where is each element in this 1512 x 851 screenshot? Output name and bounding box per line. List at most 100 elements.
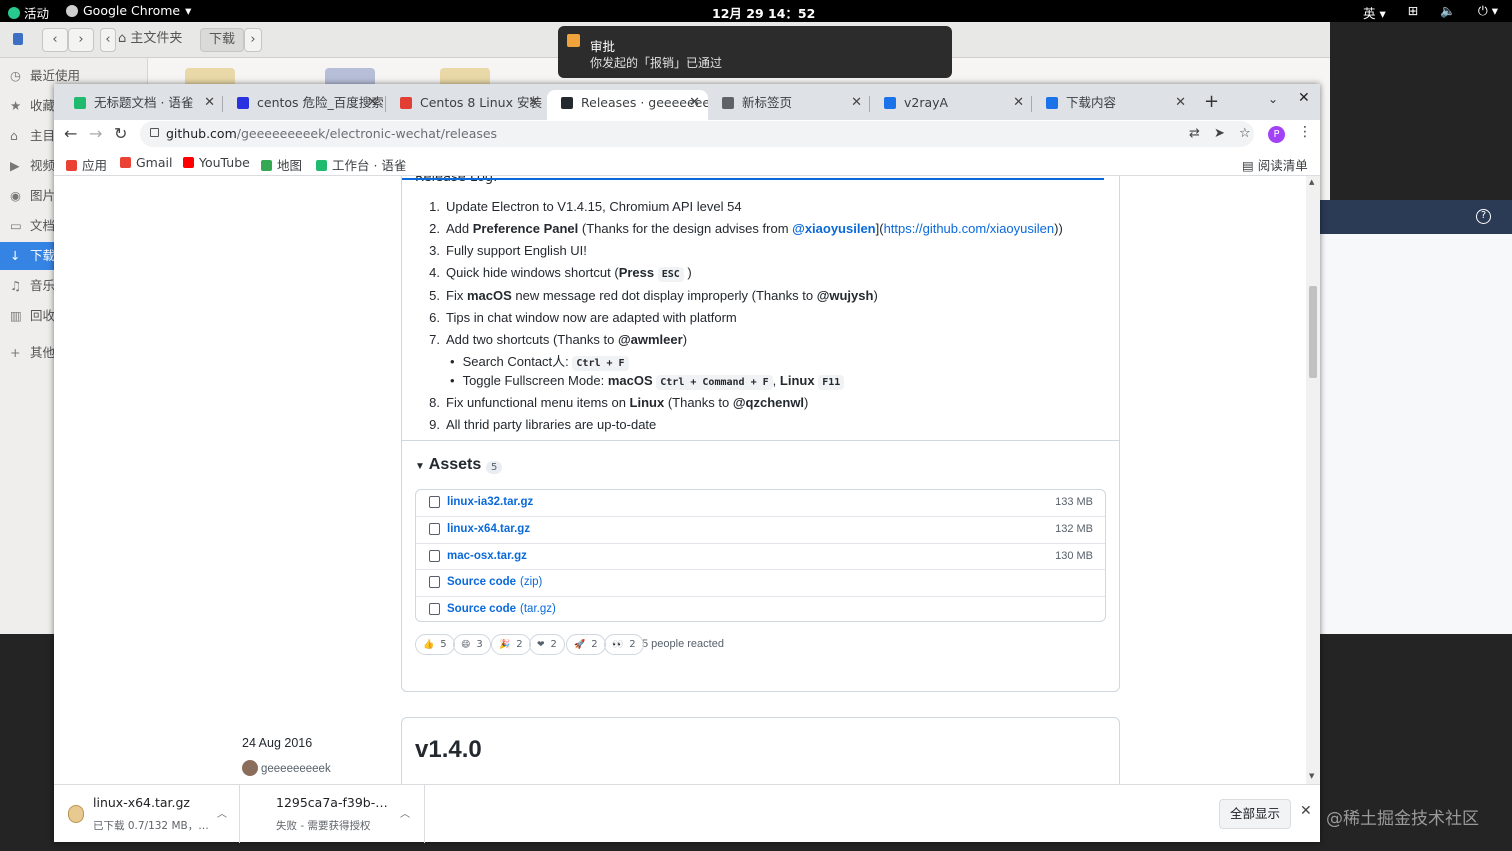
bookmark-item[interactable]: 应用 bbox=[66, 155, 107, 174]
asset-row[interactable]: linux-x64.tar.gz 132 MB bbox=[416, 516, 1105, 542]
activities-button[interactable]: 活动 bbox=[8, 3, 49, 22]
author-name[interactable]: geeeeeeeeek bbox=[261, 763, 331, 775]
path-scroll-left[interactable]: ‹ bbox=[100, 28, 116, 52]
lock-icon[interactable] bbox=[150, 128, 159, 137]
list-item: 4. Quick hide windows shortcut (Press ESC… bbox=[426, 265, 692, 282]
reading-list[interactable]: ▤ 阅读清单 bbox=[1242, 155, 1308, 174]
browser-tab[interactable]: Centos 8 Linux 安装 ✕ bbox=[386, 90, 547, 120]
clock[interactable]: 12月 29 14：52 bbox=[712, 3, 815, 22]
bookmark-label: 地图 bbox=[277, 158, 303, 173]
folder-icon[interactable] bbox=[440, 68, 490, 84]
volume-icon[interactable]: 🔈 bbox=[1440, 3, 1456, 22]
asset-link[interactable]: linux-ia32.tar.gz bbox=[447, 496, 537, 508]
window-close-icon[interactable]: ✕ bbox=[1298, 90, 1310, 106]
tab-title: centos 危险_百度搜索 bbox=[257, 95, 384, 110]
page-scrollbar[interactable]: ▲ ▼ bbox=[1306, 176, 1320, 784]
help-icon[interactable]: ? bbox=[1476, 209, 1491, 224]
forward-button[interactable]: › bbox=[68, 28, 94, 52]
browser-tab[interactable]: v2rayA ✕ bbox=[870, 90, 1032, 120]
menu-kebab-icon[interactable]: ⋮ bbox=[1298, 124, 1312, 140]
download-item[interactable]: linux-x64.tar.gz 已下载 0.7/132 MB，… ︿ bbox=[54, 785, 240, 843]
power-icon[interactable]: ⏻ ▾ bbox=[1478, 3, 1498, 22]
folder-icon[interactable] bbox=[185, 68, 235, 84]
list-number: 4. bbox=[429, 265, 440, 280]
bookmark-star-icon[interactable]: ☆ bbox=[1239, 126, 1251, 141]
browser-tab[interactable]: 下载内容 ✕ bbox=[1032, 90, 1194, 120]
reaction-button[interactable]: ❤ 2 bbox=[529, 634, 565, 655]
camera-icon: ◉ bbox=[10, 188, 21, 203]
app-menu[interactable]: Google Chrome ▾ bbox=[66, 3, 191, 18]
asset-row[interactable]: mac-osx.tar.gz 130 MB bbox=[416, 542, 1105, 569]
list-text: ) bbox=[804, 395, 809, 410]
address-bar[interactable]: github.com/geeeeeeeeek/electronic-wechat… bbox=[140, 121, 1254, 147]
reaction-button[interactable]: 🎉 2 bbox=[491, 634, 531, 655]
path-scroll-right[interactable]: › bbox=[244, 28, 262, 52]
tab-search-icon[interactable]: ⌄ bbox=[1268, 92, 1278, 106]
reaction-button[interactable]: 👍 5 bbox=[415, 634, 455, 655]
asset-row[interactable]: Source code (zip) bbox=[416, 569, 1105, 595]
home-icon: ⌂ bbox=[10, 128, 18, 143]
path-home[interactable]: ⌂ 主文件夹 bbox=[118, 28, 200, 52]
asset-link[interactable]: Source code (zip) bbox=[447, 576, 542, 588]
network-icon[interactable]: ⊞ bbox=[1408, 3, 1418, 22]
chevron-up-icon[interactable]: ︿ bbox=[217, 805, 227, 820]
asset-row[interactable]: linux-ia32.tar.gz 133 MB bbox=[416, 490, 1105, 516]
release-author[interactable]: geeeeeeeeek bbox=[242, 760, 331, 776]
back-arrow-icon[interactable]: ← bbox=[64, 124, 77, 143]
path-current[interactable]: 下载 bbox=[200, 28, 244, 52]
reaction-button[interactable]: 😄 3 bbox=[453, 634, 491, 655]
new-tab-button[interactable]: + bbox=[1204, 91, 1219, 112]
download-item[interactable]: 1295ca7a-f39b-… 失败 - 需要获得授权 ︿ bbox=[240, 785, 425, 843]
tab-close-icon[interactable]: ✕ bbox=[204, 90, 215, 116]
profile-avatar[interactable]: P bbox=[1268, 126, 1285, 143]
forward-arrow-icon[interactable]: → bbox=[89, 124, 102, 143]
send-icon[interactable]: ➤ bbox=[1214, 126, 1225, 141]
assets-toggle[interactable]: ▼ Assets bbox=[415, 456, 481, 474]
tab-close-icon[interactable]: ✕ bbox=[689, 90, 700, 116]
back-button[interactable]: ‹ bbox=[42, 28, 68, 52]
tab-close-icon[interactable]: ✕ bbox=[851, 90, 862, 116]
bookmark-item[interactable]: 地图 bbox=[261, 155, 302, 174]
release-version-title[interactable]: v1.4.0 bbox=[415, 736, 482, 764]
asset-link[interactable]: linux-x64.tar.gz bbox=[447, 523, 534, 535]
tab-close-icon[interactable]: ✕ bbox=[367, 90, 378, 116]
sidebar-toggle-icon[interactable] bbox=[6, 28, 30, 52]
notification-banner[interactable]: 审批 你发起的「报销」已通过 bbox=[558, 26, 952, 78]
url-link[interactable]: https://github.com/xiaoyusilen bbox=[884, 221, 1055, 236]
translate-icon[interactable]: ⇄ bbox=[1189, 126, 1200, 141]
list-bold: macOS bbox=[607, 373, 653, 388]
show-all-button[interactable]: 全部显示 bbox=[1219, 799, 1291, 829]
package-icon bbox=[429, 523, 440, 536]
scrollbar-thumb[interactable] bbox=[1309, 286, 1317, 378]
downloads-shelf: linux-x64.tar.gz 已下载 0.7/132 MB，… ︿ 1295… bbox=[54, 784, 1320, 843]
input-method-indicator[interactable]: 英 ▾ bbox=[1363, 3, 1386, 22]
bookmark-item[interactable]: YouTube bbox=[183, 155, 250, 170]
folder-icon[interactable] bbox=[325, 68, 375, 84]
tab-close-icon[interactable]: ✕ bbox=[1175, 90, 1186, 116]
system-tray[interactable]: 英 ▾ ⊞ 🔈 ⏻ ▾ bbox=[1363, 3, 1498, 22]
browser-tab[interactable]: centos 危险_百度搜索 ✕ bbox=[223, 90, 386, 120]
close-icon[interactable]: ✕ bbox=[1300, 803, 1312, 819]
tab-title: 无标题文档 · 语雀 bbox=[94, 95, 194, 110]
tab-close-icon[interactable]: ✕ bbox=[1013, 90, 1024, 116]
asset-link[interactable]: mac-osx.tar.gz bbox=[447, 550, 531, 562]
asset-row[interactable]: Source code (tar.gz) bbox=[416, 595, 1105, 622]
reaction-button[interactable]: 🚀 2 bbox=[566, 634, 606, 655]
asset-link[interactable]: Source code (tar.gz) bbox=[447, 603, 556, 615]
asset-name: Source code bbox=[447, 576, 517, 589]
browser-tab[interactable]: 新标签页 ✕ bbox=[708, 90, 870, 120]
scroll-down-icon[interactable]: ▼ bbox=[1309, 772, 1314, 780]
reload-icon[interactable]: ↻ bbox=[114, 124, 127, 143]
user-mention-link[interactable]: @xiaoyusilen bbox=[792, 221, 875, 236]
tab-close-icon[interactable]: ✕ bbox=[528, 90, 539, 116]
browser-tab[interactable]: Releases · geeeeeeeek✕ bbox=[547, 90, 708, 120]
bookmark-item[interactable]: 工作台 · 语雀 bbox=[316, 155, 406, 174]
scroll-up-icon[interactable]: ▲ bbox=[1309, 178, 1314, 186]
list-text: Fix unfunctional menu items on bbox=[446, 395, 630, 410]
bookmark-item[interactable]: Gmail bbox=[120, 155, 172, 170]
chevron-up-icon[interactable]: ︿ bbox=[400, 805, 410, 820]
reaction-button[interactable]: 👀 2 bbox=[604, 634, 644, 655]
avatar[interactable] bbox=[242, 760, 258, 776]
tab-title: 新标签页 bbox=[742, 95, 793, 110]
browser-tab[interactable]: 无标题文档 · 语雀 ✕ bbox=[60, 90, 223, 120]
